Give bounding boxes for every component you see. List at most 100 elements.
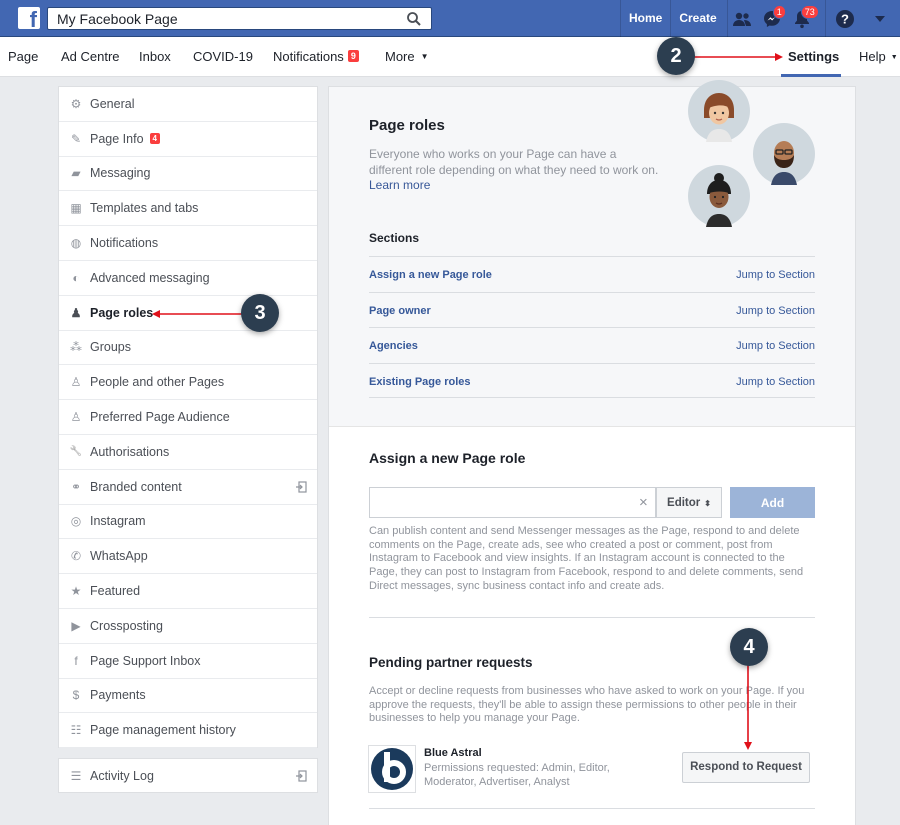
- sidebar-item-general[interactable]: ⚙ General: [59, 87, 317, 122]
- learn-more-link[interactable]: Learn more: [369, 178, 430, 192]
- history-icon: ☷: [70, 723, 82, 738]
- gear-icon: ⚙: [70, 96, 82, 111]
- sidebar-item-label: Groups: [90, 340, 131, 355]
- whatsapp-icon: ✆: [70, 549, 82, 564]
- avatar-bald-man-beard-icon: [753, 123, 815, 185]
- page-roles-title: Page roles: [369, 117, 445, 134]
- sidebar-item-preferred-page-audience[interactable]: ♙ Preferred Page Audience: [59, 400, 317, 435]
- sections-divider: [369, 397, 815, 398]
- sidebar-item-advanced-messaging[interactable]: ◐ Advanced messaging: [59, 261, 317, 296]
- sidebar-item-crossposting[interactable]: ▶ Crossposting: [59, 609, 317, 644]
- page-roles-description-text: Everyone who works on your Page can have…: [369, 147, 659, 177]
- settings-sidebar: ⚙ General ✎ Page Info 4 ▰ Messaging ▦ Templates …: [58, 86, 318, 749]
- sidebar-item-badge: 4: [149, 133, 160, 145]
- tab-notifications-badge: 9: [347, 50, 359, 62]
- sidebar-item-groups[interactable]: ⁂ Groups: [59, 331, 317, 366]
- sidebar-item-label: Advanced messaging: [90, 270, 210, 285]
- sidebar-item-page-support-inbox[interactable]: f Page Support Inbox: [59, 644, 317, 679]
- facebook-icon: f: [74, 653, 78, 668]
- sidebar-item-page-info[interactable]: ✎ Page Info 4: [59, 122, 317, 157]
- people-icon: ♙: [70, 375, 82, 390]
- sidebar-item-label: People and other Pages: [90, 375, 225, 390]
- sidebar-item-payments[interactable]: $ Payments: [59, 679, 317, 714]
- activity-log-item[interactable]: ☰ Activity Log: [58, 758, 318, 793]
- tab-page[interactable]: Page: [8, 49, 38, 64]
- dollar-icon: $: [72, 688, 80, 703]
- create-link[interactable]: Create: [670, 0, 724, 37]
- jump-to-section-link[interactable]: Jump to Section: [736, 305, 815, 317]
- facebook-logo-icon[interactable]: f: [18, 7, 40, 29]
- pending-requests-title: Pending partner requests: [369, 655, 533, 670]
- person-name-input[interactable]: [369, 487, 656, 518]
- sidebar-item-templates-and-tabs[interactable]: ▦ Templates and tabs: [59, 191, 317, 227]
- friends-icon[interactable]: [726, 0, 757, 37]
- sidebar-item-page-management-history[interactable]: ☷ Page management history: [59, 713, 317, 749]
- tab-notifications[interactable]: Notifications 9: [273, 49, 359, 64]
- partner-name: Blue Astral: [424, 747, 482, 759]
- sidebar-item-whatsapp[interactable]: ✆ WhatsApp: [59, 539, 317, 575]
- sidebar-item-label: Branded content: [90, 479, 182, 494]
- tab-more[interactable]: More ▼: [385, 49, 429, 64]
- avatar-woman-bun-icon: [688, 165, 750, 227]
- sidebar-item-branded-content[interactable]: ⚭ Branded content: [59, 470, 317, 505]
- respond-to-request-button[interactable]: Respond to Request: [682, 752, 810, 783]
- section-name-link[interactable]: Page owner: [369, 305, 431, 317]
- jump-to-section-link[interactable]: Jump to Section: [736, 340, 815, 352]
- account-menu-caret-icon[interactable]: [865, 0, 895, 37]
- globe-icon: ◍: [70, 236, 82, 251]
- exit-icon: [296, 770, 307, 782]
- add-role-button[interactable]: Add: [730, 487, 815, 518]
- sidebar-item-notifications[interactable]: ◍ Notifications: [59, 226, 317, 261]
- tab-inbox[interactable]: Inbox: [139, 49, 171, 64]
- jump-to-section-link[interactable]: Jump to Section: [736, 376, 815, 388]
- messenger-badge: 1: [772, 5, 786, 19]
- sort-arrows-icon: ⬍: [704, 499, 711, 508]
- tab-ad-centre[interactable]: Ad Centre: [61, 49, 120, 64]
- section-row: Page owner Jump to Section: [369, 291, 815, 328]
- assign-role-title: Assign a new Page role: [369, 450, 526, 466]
- sidebar-item-people-and-other-pages[interactable]: ♙ People and other Pages: [59, 365, 317, 401]
- sections-title: Sections: [369, 231, 420, 245]
- avatar-woman-red-hair-icon: [688, 80, 750, 142]
- person-icon: ♟: [70, 305, 82, 320]
- top-bar: f My Facebook Page Home Create 1 73 ?: [0, 0, 900, 37]
- sidebar-item-instagram[interactable]: ◎ Instagram: [59, 505, 317, 540]
- step-marker-2: 2: [657, 37, 695, 75]
- notifications-bell-icon[interactable]: 73: [787, 0, 819, 37]
- section-row: Existing Page roles Jump to Section: [369, 362, 815, 399]
- tab-help-label: Help: [859, 49, 886, 64]
- section-name-link[interactable]: Existing Page roles: [369, 376, 470, 388]
- blue-astral-logo-icon: [371, 748, 413, 790]
- step-marker-4: 4: [730, 628, 768, 666]
- sidebar-item-messaging[interactable]: ▰ Messaging: [59, 157, 317, 192]
- sidebar-item-featured[interactable]: ★ Featured: [59, 574, 317, 609]
- search-input[interactable]: My Facebook Page: [47, 7, 432, 30]
- sidebar-item-label: Authorisations: [90, 444, 170, 459]
- role-select[interactable]: Editor ⬍: [656, 487, 722, 518]
- tab-help[interactable]: Help ▼: [859, 49, 898, 64]
- search-icon[interactable]: [406, 11, 422, 27]
- sidebar-item-label: Page roles: [90, 305, 154, 320]
- tab-settings[interactable]: Settings: [788, 49, 839, 64]
- messenger-icon[interactable]: 1: [757, 0, 787, 37]
- home-link[interactable]: Home: [620, 0, 670, 37]
- section-name-link[interactable]: Assign a new Page role: [369, 269, 492, 281]
- pending-requests-help: Accept or decline requests from business…: [369, 685, 805, 725]
- help-question-icon[interactable]: ?: [824, 0, 865, 37]
- section-row: Assign a new Page role Jump to Section: [369, 256, 815, 292]
- svg-text:?: ?: [841, 11, 849, 26]
- tab-covid-19[interactable]: COVID-19: [193, 49, 253, 64]
- search-value: My Facebook Page: [57, 11, 178, 27]
- tab-more-label: More: [385, 49, 415, 64]
- pencil-icon: ✎: [70, 131, 82, 146]
- sidebar-item-authorisations[interactable]: 🔧 Authorisations: [59, 435, 317, 470]
- page-nav-bar: Page Ad Centre Inbox COVID-19 Notificati…: [0, 37, 900, 77]
- video-icon: ▶: [71, 618, 81, 633]
- editor-role-help: Can publish content and send Messenger m…: [369, 525, 804, 592]
- step-marker-3: 3: [241, 294, 279, 332]
- section-name-link[interactable]: Agencies: [369, 340, 418, 352]
- partner-logo: [368, 745, 416, 793]
- jump-to-section-link[interactable]: Jump to Section: [736, 269, 815, 281]
- clear-input-icon[interactable]: ×: [639, 494, 648, 511]
- sidebar-item-label: Payments: [90, 688, 146, 703]
